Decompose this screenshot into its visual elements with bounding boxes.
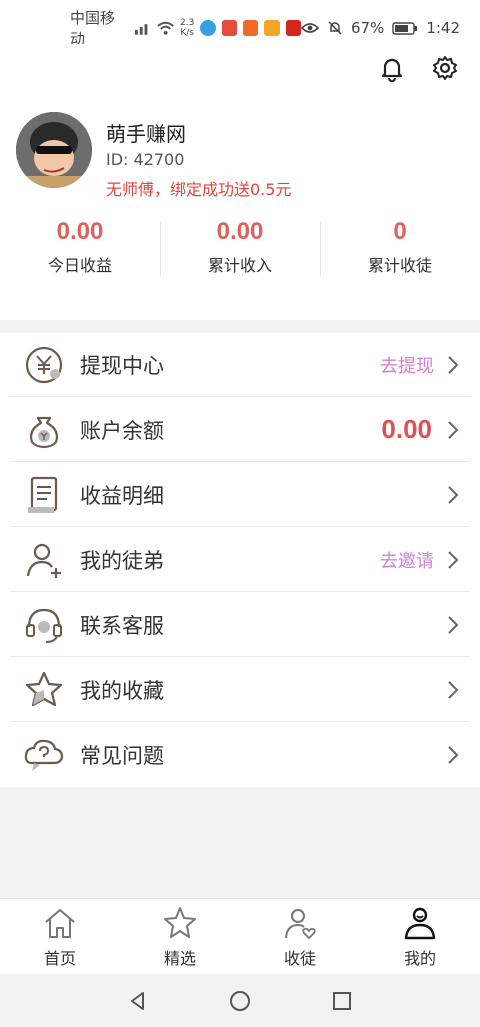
app-notification-icon [200, 20, 216, 36]
menu-item-favorites[interactable]: 我的收藏 [10, 658, 470, 722]
chevron-right-icon [448, 485, 459, 504]
stat-value: 0 [393, 218, 407, 245]
tab-home[interactable]: 首页 [0, 899, 120, 974]
menu-item-withdraw[interactable]: 提现中心 去提现 [10, 333, 470, 397]
app-notification-icon [264, 20, 280, 36]
menu-list: 提现中心 去提现 账户余额 0.00 收益明细 我的徒弟 去邀请 联系客服 我的… [0, 333, 480, 787]
home-icon [45, 909, 75, 938]
user-id: ID: 42700 [106, 150, 185, 169]
system-nav-bar [0, 974, 480, 1027]
stat-total-apprentices[interactable]: 0 累计收徒 [320, 218, 480, 288]
stat-today-earnings[interactable]: 0.00 今日收益 [0, 218, 160, 288]
menu-item-faq[interactable]: 常见问题 [10, 723, 470, 787]
clock: 1:42 [426, 19, 460, 37]
chevron-right-icon [448, 615, 459, 634]
stat-label: 今日收益 [47, 256, 112, 275]
top-bar [0, 44, 480, 94]
headset-icon [26, 608, 62, 643]
menu-item-label: 常见问题 [80, 744, 164, 768]
stat-total-income[interactable]: 0.00 累计收入 [160, 218, 320, 288]
carrier-label: 中国移动 [70, 9, 116, 48]
net-speed-value: 2.3 [180, 18, 195, 28]
tab-label: 精选 [163, 949, 196, 968]
user-heart-icon [285, 909, 316, 940]
menu-item-label: 提现中心 [80, 353, 164, 378]
menu-item-label: 账户余额 [80, 418, 164, 443]
stats-row: 0.00 今日收益 0.00 累计收入 0 累计收徒 [0, 218, 480, 288]
app-notification-icon [285, 20, 301, 36]
battery-percent: 67% [350, 19, 385, 37]
bottom-tab-bar: 首页 精选 收徒 我的 [0, 898, 480, 974]
tab-label: 我的 [403, 949, 436, 968]
gear-icon[interactable] [431, 54, 459, 82]
battery-icon [392, 21, 418, 35]
tab-label: 首页 [43, 949, 76, 968]
menu-item-label: 我的收藏 [80, 678, 164, 703]
tab-featured[interactable]: 精选 [120, 899, 240, 974]
menu-item-earnings-detail[interactable]: 收益明细 [10, 463, 470, 527]
home-circle-icon[interactable] [229, 990, 251, 1012]
chevron-right-icon [448, 355, 459, 374]
avatar[interactable] [16, 112, 92, 188]
chevron-right-icon [448, 550, 459, 569]
chevron-right-icon [448, 746, 459, 764]
user-add-icon [26, 543, 61, 578]
invite-link[interactable]: 去邀请 [380, 547, 434, 573]
menu-item-label: 联系客服 [80, 613, 164, 638]
stat-label: 累计收徒 [367, 256, 432, 275]
menu-item-apprentices[interactable]: 我的徒弟 去邀请 [10, 528, 470, 592]
menu-item-label: 我的徒弟 [80, 548, 164, 573]
user-icon [404, 907, 436, 940]
menu-item-label: 收益明细 [80, 483, 164, 508]
stat-value: 0.00 [216, 218, 264, 245]
recents-icon[interactable] [331, 990, 353, 1012]
back-icon[interactable] [127, 990, 149, 1012]
net-speed: 2.3 K/s [180, 18, 194, 38]
eye-icon [300, 23, 319, 33]
profile-card: 萌手赚网 ID: 42700 无师傅，绑定成功送0.5元 0.00 今日收益 0… [0, 94, 480, 320]
app-notification-icon [242, 20, 259, 36]
avatar-image [16, 112, 92, 188]
star-icon [164, 907, 196, 938]
withdraw-link[interactable]: 去提现 [380, 352, 434, 378]
chevron-right-icon [448, 420, 459, 439]
menu-item-balance[interactable]: 账户余额 0.00 [10, 398, 470, 462]
chevron-right-icon [448, 680, 459, 699]
stat-label: 累计收入 [207, 256, 272, 275]
document-list-icon [28, 476, 58, 513]
net-speed-unit: K/s [180, 28, 194, 38]
wifi-icon [157, 21, 174, 35]
balance-value: 0.00 [381, 414, 432, 444]
signal-icon [134, 24, 147, 35]
tab-label: 收徒 [283, 949, 316, 968]
bind-master-hint[interactable]: 无师傅，绑定成功送0.5元 [106, 176, 291, 200]
star-icon [25, 671, 63, 706]
app-notification-icon [221, 20, 237, 36]
stat-value: 0.00 [56, 218, 104, 245]
question-cloud-icon [24, 739, 64, 771]
tab-recruit[interactable]: 收徒 [240, 899, 360, 974]
user-name: 萌手赚网 [106, 122, 186, 146]
tab-mine[interactable]: 我的 [360, 899, 480, 974]
menu-item-customer-service[interactable]: 联系客服 [10, 593, 470, 657]
mute-bell-icon [328, 21, 342, 35]
yuan-coin-icon [25, 346, 63, 383]
bell-icon[interactable] [378, 54, 406, 82]
money-bag-icon [29, 416, 59, 448]
